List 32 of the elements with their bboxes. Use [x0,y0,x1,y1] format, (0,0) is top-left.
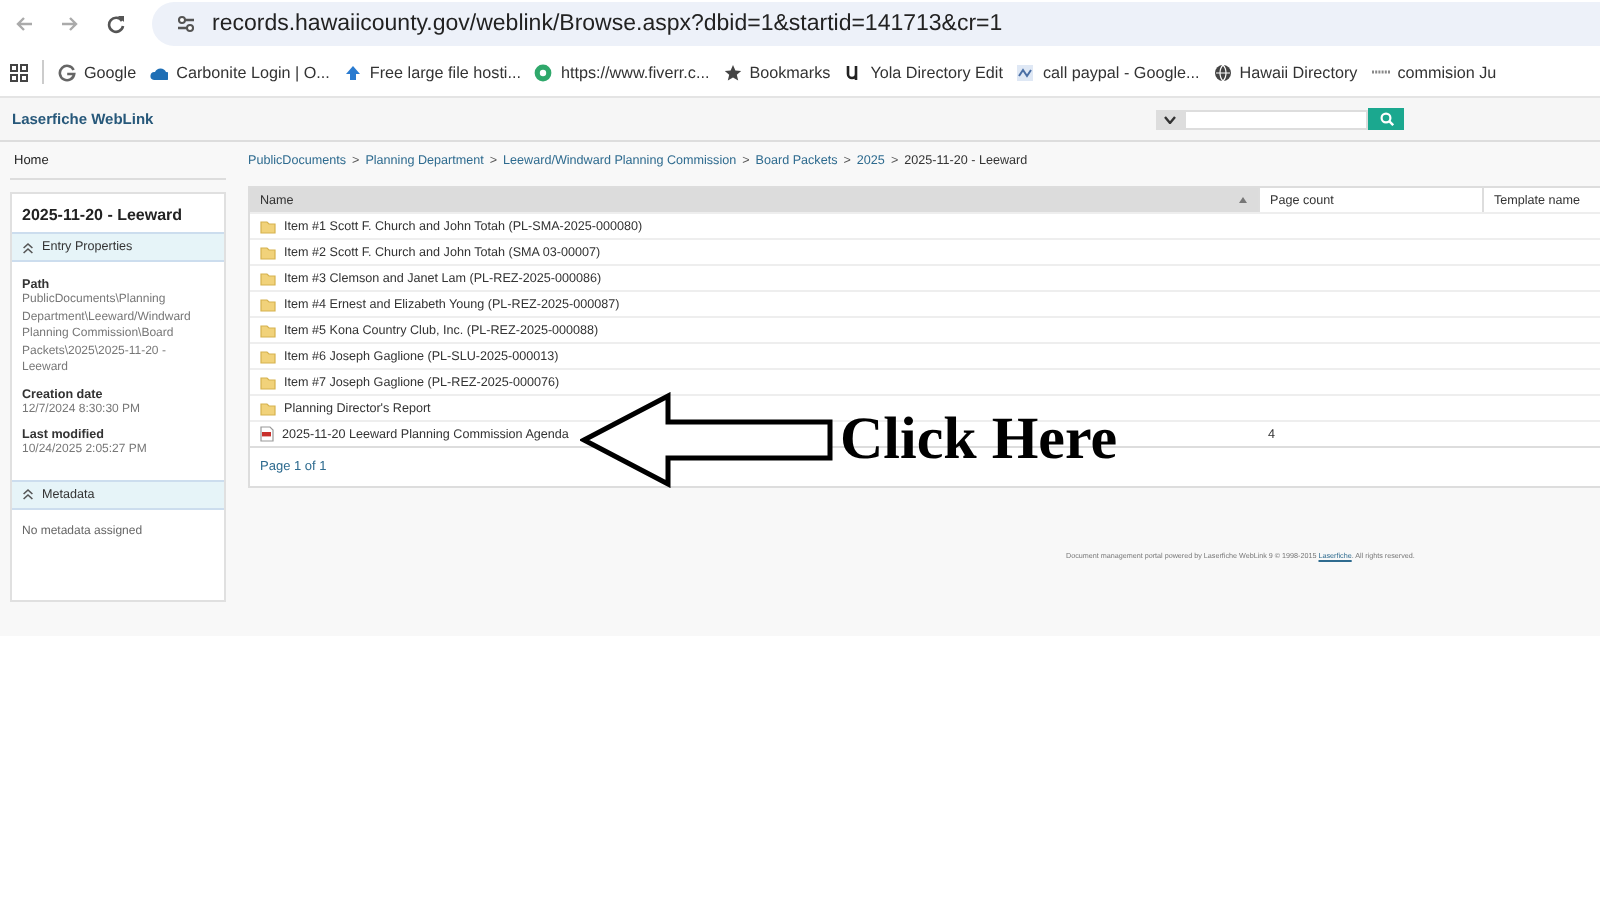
bookmark[interactable]: Free large file hosti... [343,63,521,81]
search-icon [1379,112,1393,126]
double-chevron-icon [22,488,34,500]
bookmark[interactable]: Yola Directory Edit [844,63,1003,81]
dropdown-caret-icon [1164,115,1176,123]
entry-title: 2025-11-20 - Leeward [20,204,185,228]
double-chevron-icon [22,241,34,253]
g-logo-icon [58,63,76,81]
search-button[interactable] [1368,108,1404,130]
apps-grid-icon[interactable] [10,63,28,81]
search-scope-dropdown[interactable] [1156,109,1184,129]
cloud-icon [150,63,169,81]
site-settings-icon[interactable] [176,14,196,34]
address-bar[interactable]: records.hawaiicounty.gov/weblink/Browse.aspx?dbid=1&startid=141713&cr=1 [152,2,1600,46]
bookmark[interactable]: call paypal - Google... [1016,63,1200,81]
upload-arrow-icon [343,63,362,81]
small-badge-icon [1016,63,1035,81]
url-text: records.hawaiicounty.gov/weblink/Browse.aspx?dbid=1&startid=141713&cr=1 [212,12,1003,36]
search-field[interactable] [1184,109,1368,129]
globe-icon [1213,63,1232,81]
bookmark[interactable]: Bookmarks [723,63,831,81]
bookmark[interactable]: Google [58,63,137,81]
bookmark[interactable]: Hawaii Directory [1213,63,1358,81]
round-site-icon [534,63,553,81]
bookmark[interactable]: Carbonite Login | O... [150,63,330,81]
bookmark[interactable]: commision Ju [1371,63,1497,81]
y-letter-icon [844,63,863,81]
bookmark[interactable]: https://www.fiverr.c... [534,63,710,81]
sort-up-icon [1238,196,1248,204]
reload-icon[interactable] [106,14,126,34]
star-icon [723,63,742,81]
pdf-file-icon [260,426,274,442]
